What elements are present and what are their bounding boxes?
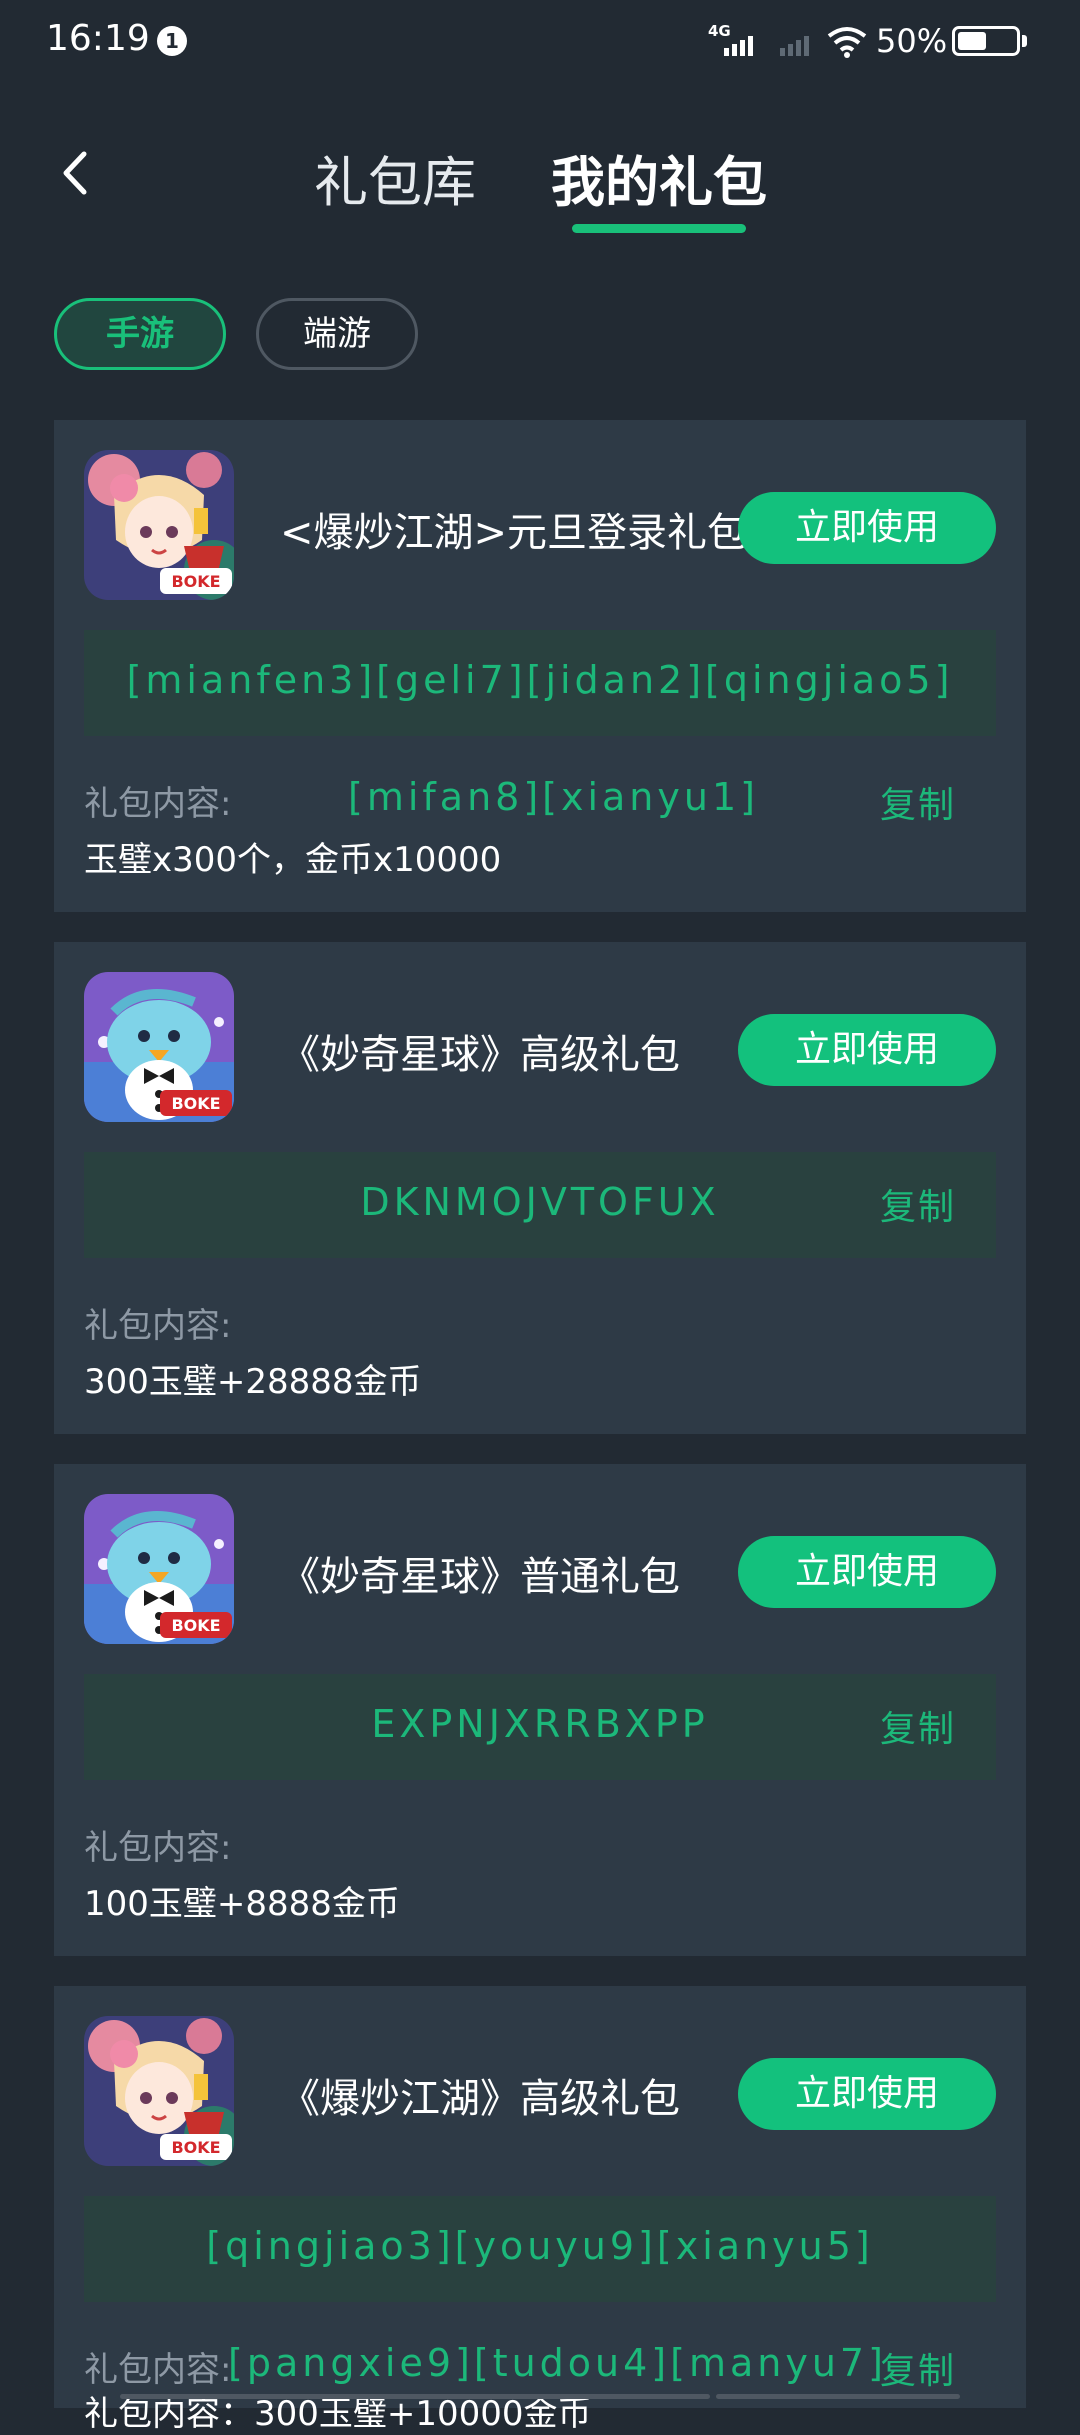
copy-button[interactable]: 复制 <box>880 776 956 828</box>
bottom-bar-segment <box>716 2394 960 2399</box>
use-now-button[interactable]: 立即使用 <box>738 2058 996 2130</box>
gift-card: <爆炒江湖>元旦登录礼包 立即使用 [mianfen3][geli7][jida… <box>54 420 1026 912</box>
gift-code: [mianfen3][geli7][jidan2][qingjiao5] <box>126 658 954 702</box>
use-now-button[interactable]: 立即使用 <box>738 492 996 564</box>
network-type-label: 4G <box>708 22 731 40</box>
miaoqi-xingqiu-game-icon[interactable] <box>84 1494 234 1644</box>
gift-content-label: 礼包内容: <box>84 1828 232 1868</box>
gift-card: 《爆炒江湖》高级礼包 立即使用 [qingjiao3][youyu9][xian… <box>54 1986 1026 2434</box>
gift-content: 300玉璧+28888金币 <box>84 1362 422 1402</box>
use-now-button[interactable]: 立即使用 <box>738 1536 996 1608</box>
gift-code-box: DKNMOJVTOFUX 复制 <box>84 1152 996 1258</box>
status-bar: 16:19 1 4G 50% <box>0 0 1080 84</box>
status-time: 16:19 <box>46 18 150 59</box>
gift-code-overflow: [mifan8][xianyu1] <box>348 775 759 819</box>
notification-badge: 1 <box>157 26 187 56</box>
gift-code-overflow: [pangxie9][tudou4][manyu7] <box>228 2341 887 2385</box>
cellular-signal-icon: 4G <box>708 22 753 56</box>
gift-title: <爆炒江湖>元旦登录礼包 <box>280 510 748 556</box>
gift-content: 玉璧x300个，金币x10000 <box>84 840 502 880</box>
baochao-jianghu-game-icon[interactable] <box>84 2016 234 2166</box>
gift-content-label: 礼包内容: <box>84 2350 232 2390</box>
gift-title: 《妙奇星球》普通礼包 <box>280 1554 680 1600</box>
gift-title: 《爆炒江湖》高级礼包 <box>280 2076 680 2122</box>
copy-button[interactable]: 复制 <box>880 1178 956 1230</box>
gift-code: DKNMOJVTOFUX <box>360 1180 720 1224</box>
gift-code-box: [qingjiao3][youyu9][xianyu5] <box>84 2196 996 2302</box>
gift-code: EXPNJXRRBXPP <box>371 1702 709 1746</box>
gift-content-label: 礼包内容: <box>84 1306 232 1346</box>
tab-my-gifts[interactable]: 我的礼包 <box>551 138 767 217</box>
battery-percent: 50% <box>876 22 948 60</box>
gift-card: 《妙奇星球》普通礼包 立即使用 EXPNJXRRBXPP 复制 礼包内容: 10… <box>54 1464 1026 1956</box>
battery-tip <box>1022 35 1027 47</box>
tab-gift-library[interactable]: 礼包库 <box>314 138 476 217</box>
battery-level-fill <box>958 32 986 50</box>
active-tab-indicator <box>572 224 746 233</box>
gift-content-label: 礼包内容: <box>84 784 232 824</box>
use-now-button[interactable]: 立即使用 <box>738 1014 996 1086</box>
gift-title: 《妙奇星球》高级礼包 <box>280 1032 680 1078</box>
filter-mobile-games[interactable]: 手游 <box>54 298 226 370</box>
gift-code-box: [mianfen3][geli7][jidan2][qingjiao5] <box>84 630 996 736</box>
filter-pc-games[interactable]: 端游 <box>256 298 418 370</box>
gift-code: [qingjiao3][youyu9][xianyu5] <box>206 2224 874 2268</box>
gift-code-box: EXPNJXRRBXPP 复制 <box>84 1674 996 1780</box>
wifi-icon <box>827 27 867 58</box>
copy-button[interactable]: 复制 <box>880 1700 956 1752</box>
miaoqi-xingqiu-game-icon[interactable] <box>84 972 234 1122</box>
copy-button[interactable]: 复制 <box>880 2342 956 2394</box>
gift-card: 《妙奇星球》高级礼包 立即使用 DKNMOJVTOFUX 复制 礼包内容: 30… <box>54 942 1026 1434</box>
battery-icon <box>952 26 1020 56</box>
gift-content: 100玉璧+8888金币 <box>84 1884 400 1924</box>
secondary-signal-icon <box>780 36 809 56</box>
baochao-jianghu-game-icon[interactable] <box>84 450 234 600</box>
bottom-bar-segment <box>120 2394 710 2399</box>
chevron-left-icon[interactable] <box>56 148 96 198</box>
